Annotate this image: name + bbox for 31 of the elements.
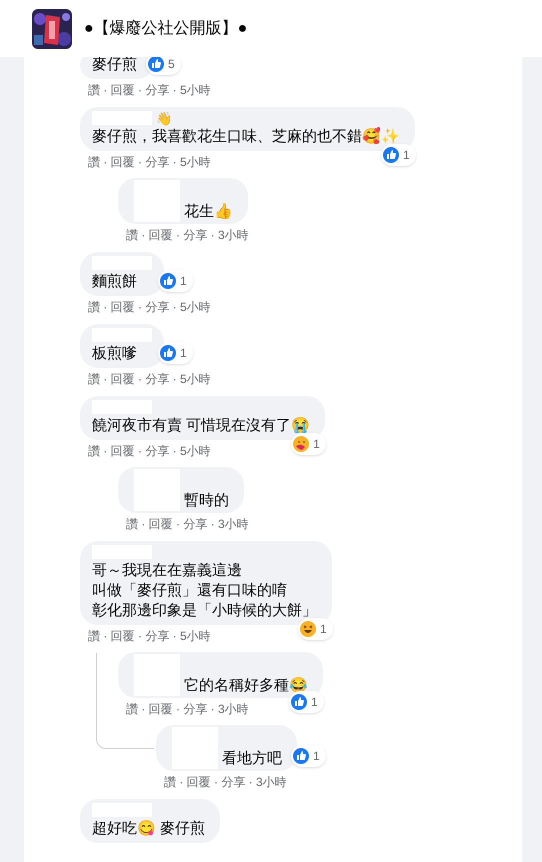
reaction-count[interactable]: 1	[291, 745, 326, 767]
reaction-count[interactable]: 1	[289, 691, 324, 713]
comment-text: 麵煎餅	[92, 272, 138, 292]
comment-text: 哥～我現在在嘉義這邊	[92, 561, 243, 581]
comment-actions[interactable]: 讚 · 回覆 · 分享 · 5小時	[88, 371, 211, 387]
comment-text: 麥仔煎，我喜歡花生口味、芝麻的也不錯🥰✨	[92, 127, 401, 147]
comment-actions[interactable]: 讚 · 回覆 · 分享 · 5小時	[88, 443, 211, 459]
emoji-label: 👋	[156, 112, 172, 126]
comment-actions[interactable]: 讚 · 回覆 · 分享 · 5小時	[88, 82, 211, 98]
group-title: ●【爆廢公社公開版】●	[84, 18, 248, 38]
reaction-count[interactable]: 1	[381, 144, 416, 166]
comment-text: 超好吃😋 麥仔煎	[92, 819, 206, 839]
comment-text: 板煎嗲	[92, 344, 138, 364]
comment-text: 花生👍	[184, 202, 234, 222]
reaction-count[interactable]: 1	[298, 618, 333, 640]
comment-text: 饒河夜市有賣 可惜現在沒有了😭	[92, 416, 312, 436]
comment-actions[interactable]: 讚 · 回覆 · 分享 · 5小時	[88, 628, 211, 644]
comment-actions[interactable]: 讚 · 回覆 · 分享 · 3小時	[164, 774, 287, 790]
comment-actions[interactable]: 讚 · 回覆 · 分享 · 3小時	[126, 227, 249, 243]
reaction-count[interactable]: 1	[158, 270, 193, 292]
comment-text: 暫時的	[184, 491, 230, 511]
comment-text: 叫做「麥仔煎」還有口味的唷	[92, 581, 288, 601]
comment-actions[interactable]: 讚 · 回覆 · 分享 · 3小時	[126, 701, 249, 717]
comment-text: 麥仔煎	[92, 55, 138, 75]
comment-actions[interactable]: 讚 · 回覆 · 分享 · 5小時	[88, 299, 211, 315]
comment-text: 看地方吧	[222, 749, 283, 769]
comment-text: 彰化那邊印象是「小時候的大餅」	[92, 601, 318, 621]
comment-actions[interactable]: 讚 · 回覆 · 分享 · 5小時	[88, 154, 211, 170]
reaction-count[interactable]: 1	[158, 342, 193, 364]
reaction-count[interactable]: 1	[291, 433, 326, 455]
comment-actions[interactable]: 讚 · 回覆 · 分享 · 3小時	[126, 516, 249, 532]
